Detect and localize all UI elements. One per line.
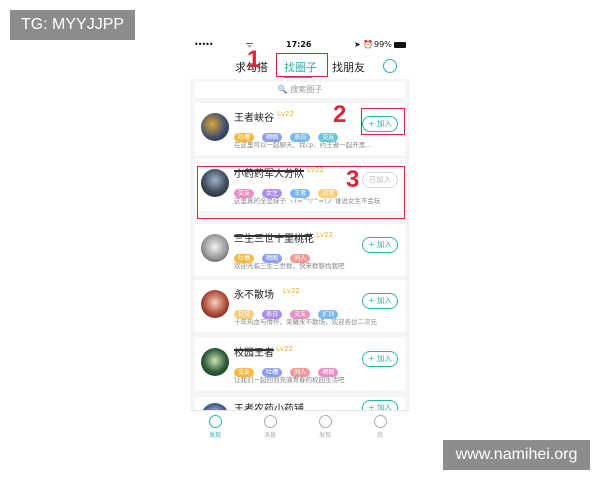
- level-badge: Lv22: [283, 287, 300, 295]
- circle-avatar: [201, 234, 229, 262]
- annotation-box-1: [276, 53, 328, 77]
- circle-name: 三生三世十里桃花: [234, 234, 314, 245]
- bottom-tab-discover[interactable]: 发现: [200, 413, 230, 439]
- search-input[interactable]: 🔍 搜索圈子: [195, 82, 405, 98]
- level-badge: Lv22: [316, 231, 333, 239]
- tag-list: 吐槽 晒图 同人: [234, 245, 313, 263]
- annotation-box-2: [361, 108, 405, 135]
- circle-name: 校园王者: [234, 348, 274, 359]
- circle-description: 在这里可以一起聊天、找cp、约王者一起开黑...: [234, 141, 372, 149]
- level-badge: Lv22: [277, 110, 294, 118]
- tab-zhao-peng-you[interactable]: 找朋友: [332, 59, 365, 75]
- profile-icon: [373, 415, 387, 428]
- circle-name: 王者峡谷: [234, 113, 274, 124]
- circle-description: 欢迎光临三生三世群，快来群聊找我吧: [234, 262, 345, 270]
- battery-indicator: 99%: [374, 40, 406, 49]
- annotation-number-2: 2: [333, 101, 347, 128]
- circle-avatar: [201, 113, 229, 141]
- bottom-tab-me[interactable]: 我: [365, 413, 395, 439]
- join-button[interactable]: + 加入: [362, 237, 398, 253]
- circle-card[interactable]: 校园王者 Lv22 交友 吐槽 同人 晒图 让我们一起回到充满青春的校园生活吧 …: [195, 338, 405, 390]
- watermark-top-left: TG: MYYJJPP: [10, 10, 135, 40]
- circle-description: 十年热血与情怀，荣耀永不散场，欢迎各位二次元: [234, 318, 377, 326]
- annotation-number-3: 3: [346, 166, 360, 193]
- tag-list: 交友 吐槽 同人 晒图: [234, 359, 341, 377]
- location-alarm-icons: ➤ ⏰: [354, 40, 374, 49]
- circle-avatar: [201, 348, 229, 376]
- annotation-box-3: [197, 166, 405, 219]
- redaction-line: [234, 349, 274, 351]
- circle-description: 让我们一起回到充满青春的校园生活吧: [234, 376, 345, 384]
- bottom-tab-messages[interactable]: 消息: [255, 413, 285, 439]
- status-time: 17:26: [286, 40, 312, 49]
- circle-avatar: [201, 290, 229, 318]
- status-bar: ••••• ᯤ 17:26 ➤ ⏰ 99%: [190, 37, 410, 53]
- message-icon: [263, 415, 277, 428]
- create-circle-icon[interactable]: [383, 59, 397, 73]
- join-button[interactable]: + 加入: [362, 293, 398, 309]
- redaction-line: [234, 235, 312, 237]
- circle-name: 永不散场: [234, 290, 274, 301]
- explore-icon: [318, 415, 332, 428]
- bottom-tab-explore[interactable]: 发现: [310, 413, 340, 439]
- discover-icon: [208, 415, 222, 428]
- battery-icon: [393, 41, 406, 48]
- tag-list: 吐槽 晒图 表白 交友: [234, 124, 341, 142]
- circle-card[interactable]: 永不散场 Lv22 日常 表白 交友 扩列 十年热血与情怀，荣耀永不散场，欢迎各…: [195, 280, 405, 332]
- level-badge: Lv22: [276, 345, 293, 353]
- join-button[interactable]: + 加入: [362, 351, 398, 367]
- tag-list: 日常 表白 交友 扩列: [234, 301, 341, 319]
- signal-icon: •••••: [194, 40, 214, 49]
- watermark-bottom-right: www.namihei.org: [443, 440, 590, 470]
- circle-card[interactable]: 三生三世十里桃花 Lv22 吐槽 晒图 同人 欢迎光临三生三世群，快来群聊找我吧…: [195, 224, 405, 276]
- annotation-number-1: 1: [247, 46, 261, 73]
- phone-screen: ••••• ᯤ 17:26 ➤ ⏰ 99% 求勾搭 找圈子 找朋友 🔍 搜索圈子…: [190, 37, 410, 440]
- bottom-tab-bar: 发现 消息 发现 我: [190, 410, 410, 440]
